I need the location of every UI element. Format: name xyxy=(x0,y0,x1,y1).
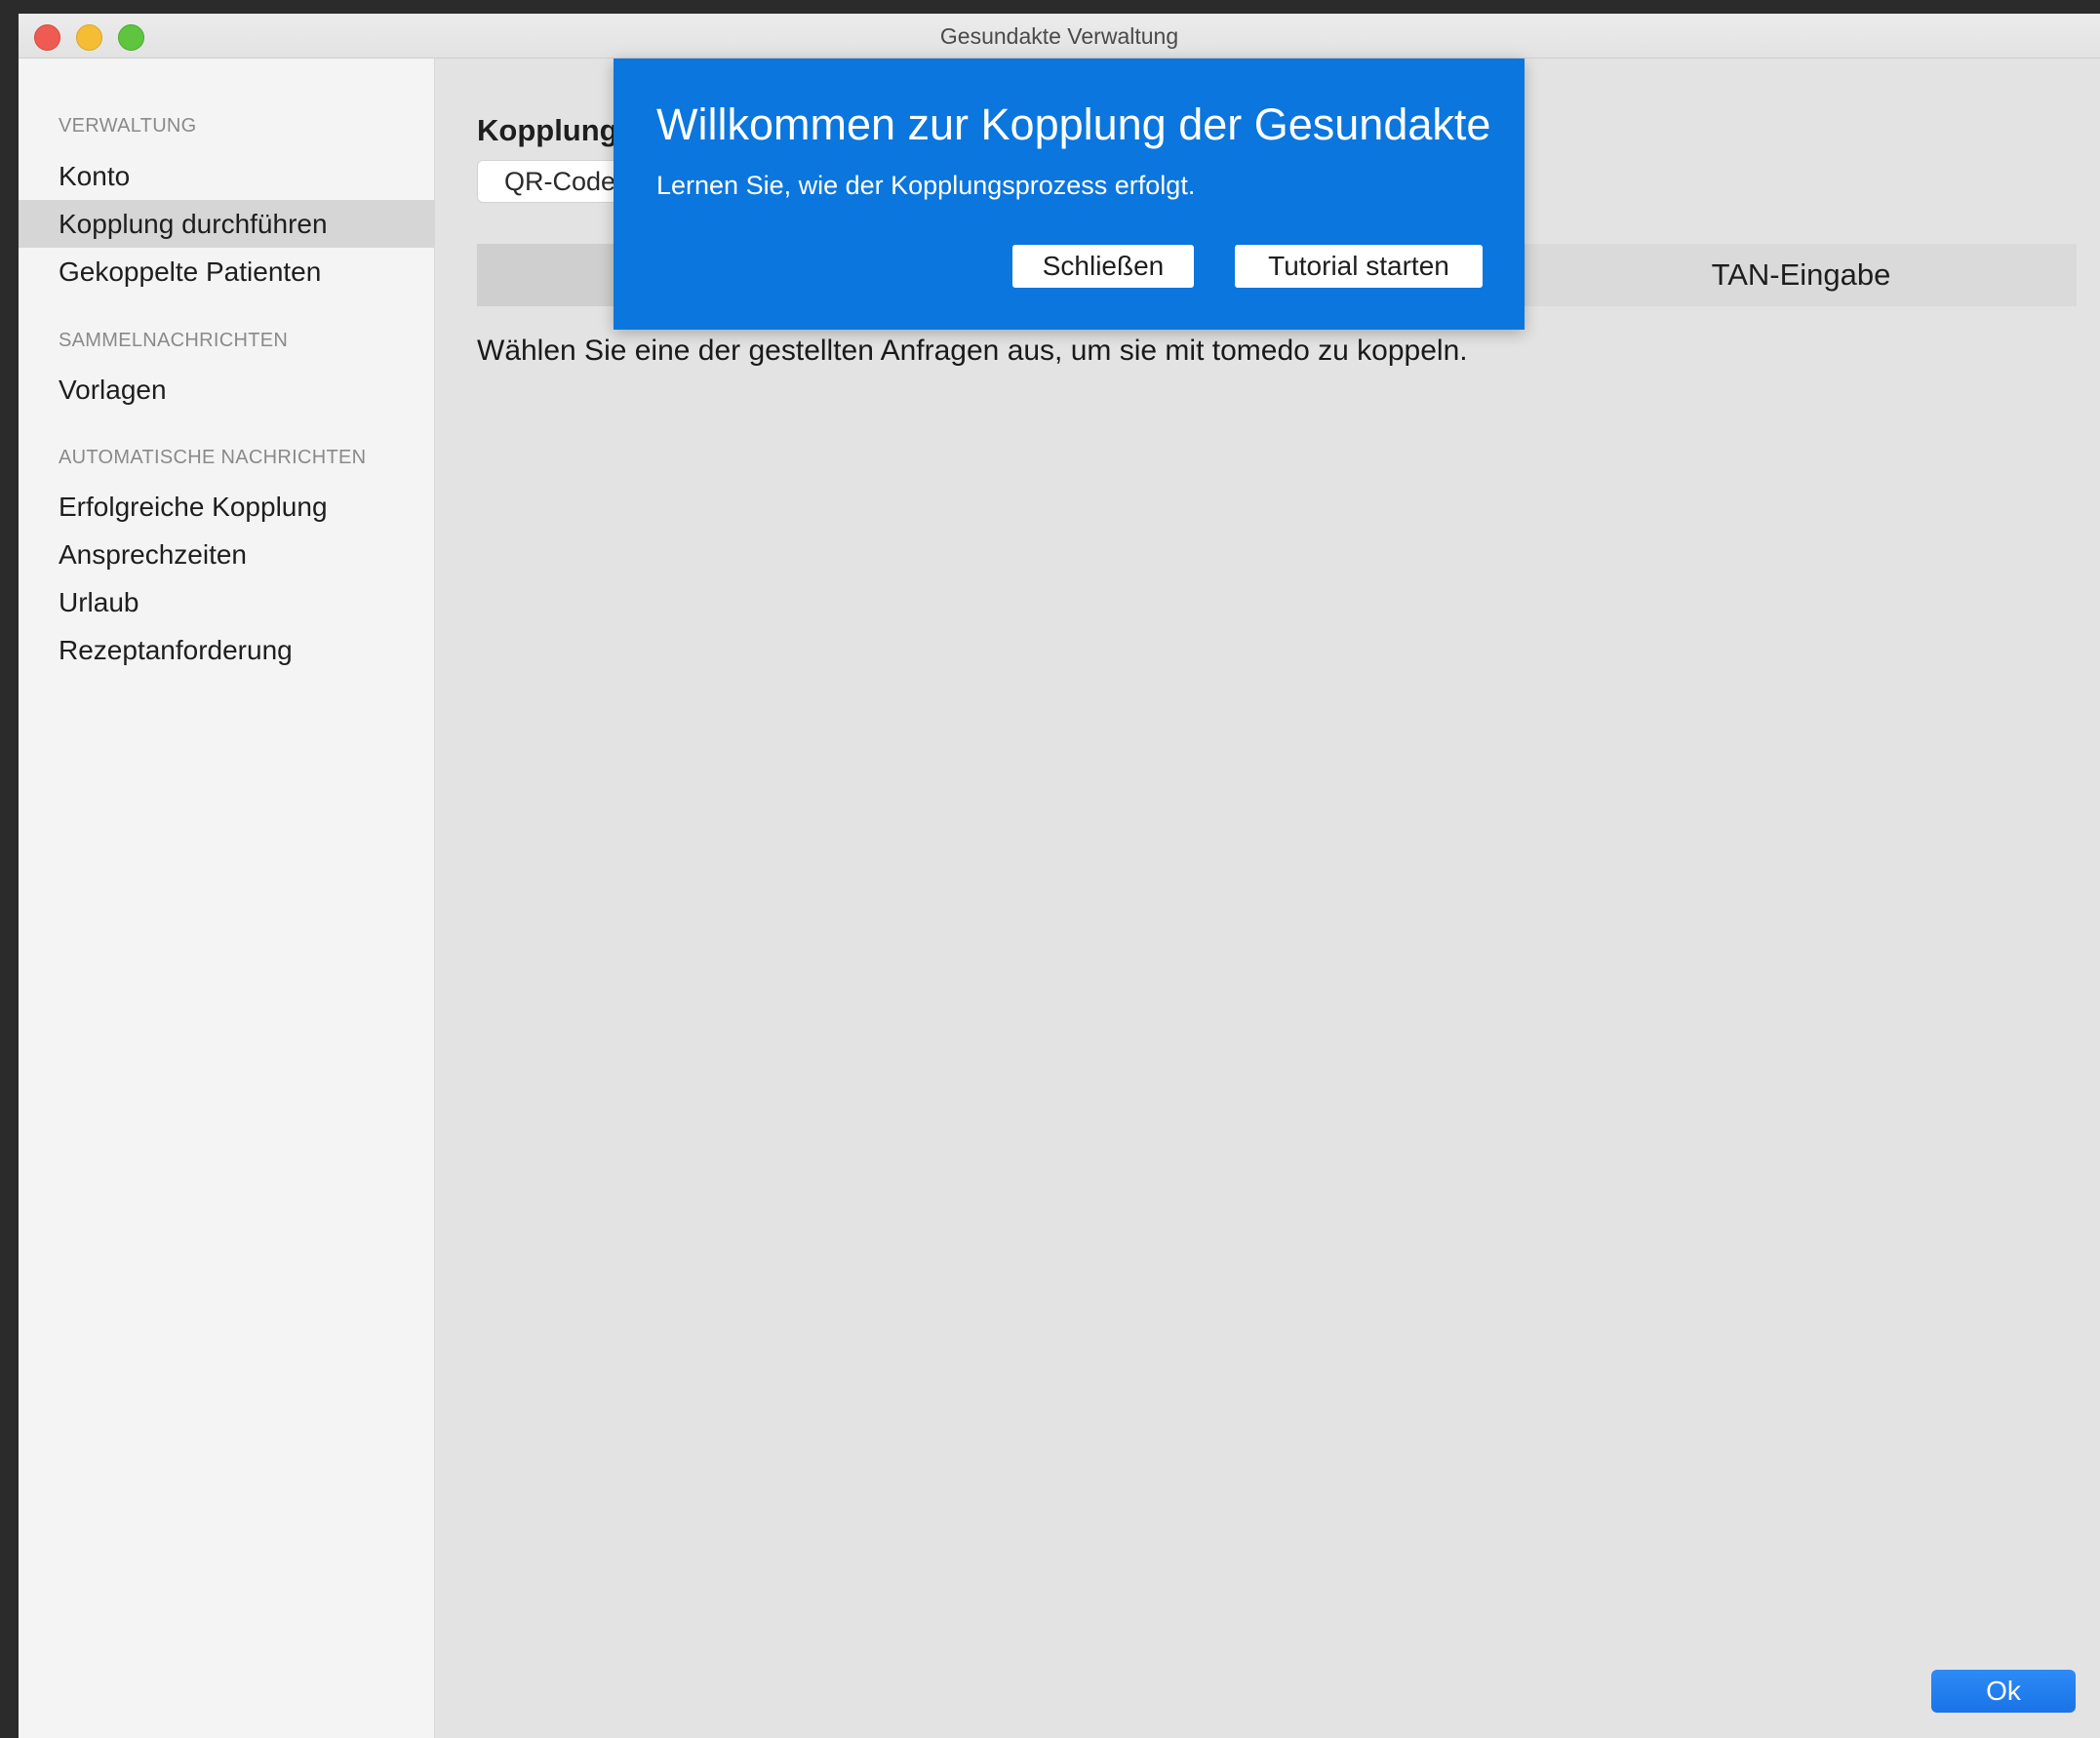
instruction-text: Wählen Sie eine der gestellten Anfragen … xyxy=(477,335,1468,367)
start-tutorial-button[interactable]: Tutorial starten xyxy=(1235,245,1483,288)
sidebar-section-automatische-nachrichten: AUTOMATISCHE NACHRICHTEN xyxy=(59,447,367,468)
ok-button[interactable]: Ok xyxy=(1931,1670,2076,1713)
app-window: Gesundakte Verwaltung VERWALTUNG Konto K… xyxy=(19,14,2100,1738)
sidebar-item-gekoppelte-patienten[interactable]: Gekoppelte Patienten xyxy=(19,248,435,296)
sidebar-item-erfolgreiche-kopplung[interactable]: Erfolgreiche Kopplung xyxy=(19,483,435,531)
sidebar: VERWALTUNG Konto Kopplung durchführen Ge… xyxy=(19,59,435,1738)
window-title: Gesundakte Verwaltung xyxy=(939,23,1179,49)
sidebar-item-rezeptanforderung[interactable]: Rezeptanforderung xyxy=(19,626,435,674)
sidebar-section-verwaltung: VERWALTUNG xyxy=(59,115,197,137)
sidebar-item-ansprechzeiten[interactable]: Ansprechzeiten xyxy=(19,531,435,578)
popover-subtitle: Lernen Sie, wie der Kopplungsprozess erf… xyxy=(656,171,1196,200)
sidebar-section-sammelnachrichten: SAMMELNACHRICHTEN xyxy=(59,330,289,351)
sidebar-item-konto[interactable]: Konto xyxy=(19,152,435,200)
sidebar-item-urlaub[interactable]: Urlaub xyxy=(19,578,435,626)
close-popover-button[interactable]: Schließen xyxy=(1012,245,1194,288)
sidebar-item-kopplung-durchfuehren[interactable]: Kopplung durchführen xyxy=(19,200,435,248)
title-bar: Gesundakte Verwaltung xyxy=(19,14,2100,59)
welcome-popover: Willkommen zur Kopplung der Gesundakte L… xyxy=(614,59,1525,330)
sidebar-item-vorlagen[interactable]: Vorlagen xyxy=(19,366,435,414)
tab-tan-eingabe[interactable]: TAN-Eingabe xyxy=(1525,244,2077,306)
popover-title: Willkommen zur Kopplung der Gesundakte xyxy=(656,99,1491,149)
page-title: Kopplung xyxy=(477,113,618,147)
